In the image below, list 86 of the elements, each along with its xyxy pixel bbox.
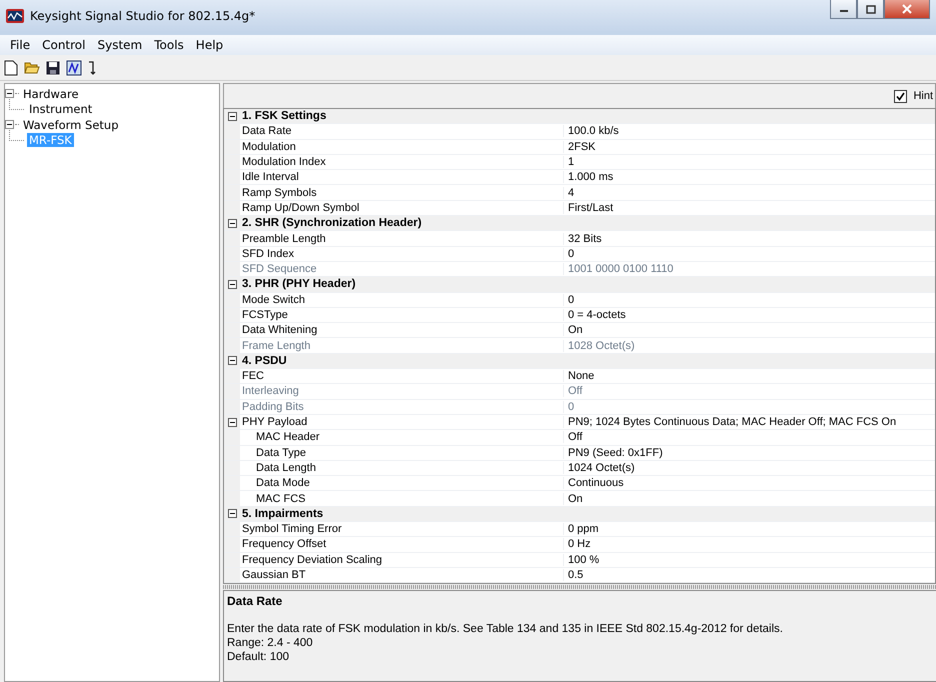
menu-item[interactable]: File xyxy=(4,38,36,52)
property-value[interactable]: Continuous xyxy=(564,477,624,490)
property-label: Modulation Index xyxy=(240,156,564,168)
property-label: Gaussian BT xyxy=(240,569,564,582)
property-label: Data Whitening xyxy=(240,324,564,336)
property-value[interactable]: 0 xyxy=(564,248,574,260)
section-header[interactable]: 4. PSDU xyxy=(240,354,287,367)
property-value[interactable]: 32 Bits xyxy=(564,232,602,245)
property-label: Data Length xyxy=(240,462,564,474)
collapse-toggle[interactable] xyxy=(228,356,236,366)
property-label: MAC Header xyxy=(240,431,564,444)
property-label: Data Mode xyxy=(240,477,564,490)
tree-item[interactable]: Instrument xyxy=(27,102,94,116)
menu-item[interactable]: Help xyxy=(190,38,230,52)
hint-checkbox[interactable] xyxy=(894,90,908,102)
property-label: Symbol Timing Error xyxy=(240,523,564,536)
property-label: Frequency Deviation Scaling xyxy=(240,554,564,566)
collapse-toggle[interactable] xyxy=(228,418,236,427)
tree-item[interactable]: Hardware xyxy=(21,86,81,101)
property-value[interactable]: On xyxy=(564,324,583,336)
property-value[interactable]: PN9; 1024 Bytes Continuous Data; MAC Header Off; MAC FCS On xyxy=(564,416,896,428)
close-icon xyxy=(902,4,912,14)
property-value[interactable]: PN9 (Seed: 0x1FF) xyxy=(564,446,663,459)
property-value[interactable]: 100.0 kb/s xyxy=(564,125,619,138)
window-title: Keysight Signal Studio for 802.15.4g* xyxy=(30,9,256,23)
property-value[interactable]: 0 Hz xyxy=(564,538,591,550)
app-logo-icon xyxy=(6,9,24,23)
section-header[interactable]: 3. PHR (PHY Header) xyxy=(240,278,356,290)
property-label: Ramp Symbols xyxy=(240,186,564,199)
waveform-icon[interactable] xyxy=(66,60,82,76)
property-label: Idle Interval xyxy=(240,171,564,184)
help-text: Range: 2.4 - 400 xyxy=(227,636,314,650)
property-value[interactable]: 0 ppm xyxy=(564,523,599,536)
maximize-button[interactable] xyxy=(857,0,884,19)
collapse-toggle[interactable] xyxy=(5,89,14,98)
help-text: Enter the data rate of FSK modulation in kb/s. See Table 134 and 135 in IEEE Std 802.15.4g-2012 for details. xyxy=(227,622,784,636)
minimize-button[interactable] xyxy=(830,0,857,19)
property-label: FEC xyxy=(240,370,564,382)
property-value[interactable]: 1024 Octet(s) xyxy=(564,462,635,474)
open-folder-icon[interactable] xyxy=(24,60,40,74)
close-button[interactable] xyxy=(884,0,930,19)
property-label: Data Rate xyxy=(240,125,564,138)
property-value[interactable]: On xyxy=(564,492,583,505)
property-value[interactable]: 4 xyxy=(564,186,574,199)
property-label: Frequency Offset xyxy=(240,538,564,550)
tree-item[interactable]: Waveform Setup xyxy=(21,118,121,132)
save-icon[interactable] xyxy=(46,60,60,74)
property-label: FCSType xyxy=(240,309,564,321)
property-label: Mode Switch xyxy=(240,294,564,306)
property-label: Modulation xyxy=(240,140,564,153)
hint-label: Hint xyxy=(913,90,933,102)
property-value[interactable]: 0.5 xyxy=(564,569,584,582)
property-label: MAC FCS xyxy=(240,492,564,505)
help-title: Data Rate xyxy=(227,594,284,608)
property-value[interactable]: 1.000 ms xyxy=(564,171,614,184)
collapse-toggle[interactable] xyxy=(228,112,236,121)
menu-item[interactable]: Tools xyxy=(148,38,190,52)
maximize-icon xyxy=(866,4,876,14)
property-label: SFD Index xyxy=(240,248,564,260)
property-label: Padding Bits xyxy=(240,400,564,413)
section-header[interactable]: 5. Impairments xyxy=(240,508,324,520)
collapse-toggle[interactable] xyxy=(5,120,14,130)
property-value[interactable]: 0 xyxy=(564,294,574,306)
property-label: Preamble Length xyxy=(240,232,564,245)
collapse-toggle[interactable] xyxy=(228,218,236,228)
property-value[interactable]: 100 % xyxy=(564,554,600,566)
property-value[interactable]: 0 = 4-octets xyxy=(564,309,626,321)
section-header[interactable]: 1. FSK Settings xyxy=(240,110,326,122)
property-value[interactable]: First/Last xyxy=(564,202,614,214)
property-value[interactable]: 1 xyxy=(564,156,574,168)
property-value[interactable]: 2FSK xyxy=(564,140,596,153)
menu-item[interactable]: System xyxy=(91,38,148,52)
property-label: Frame Length xyxy=(240,340,564,352)
download-arrow-icon[interactable] xyxy=(88,60,96,76)
collapse-toggle[interactable] xyxy=(228,509,236,518)
property-label: Interleaving xyxy=(240,385,564,398)
property-value[interactable]: Off xyxy=(564,431,582,444)
menu-item[interactable]: Control xyxy=(36,38,92,52)
property-label: PHY Payload xyxy=(240,416,564,428)
property-label: Data Type xyxy=(240,446,564,459)
collapse-toggle[interactable] xyxy=(228,280,236,289)
help-text: Default: 100 xyxy=(227,650,290,664)
new-file-icon[interactable] xyxy=(4,60,18,76)
property-value[interactable]: None xyxy=(564,370,594,382)
property-label: Ramp Up/Down Symbol xyxy=(240,202,564,214)
property-label: SFD Sequence xyxy=(240,263,564,276)
